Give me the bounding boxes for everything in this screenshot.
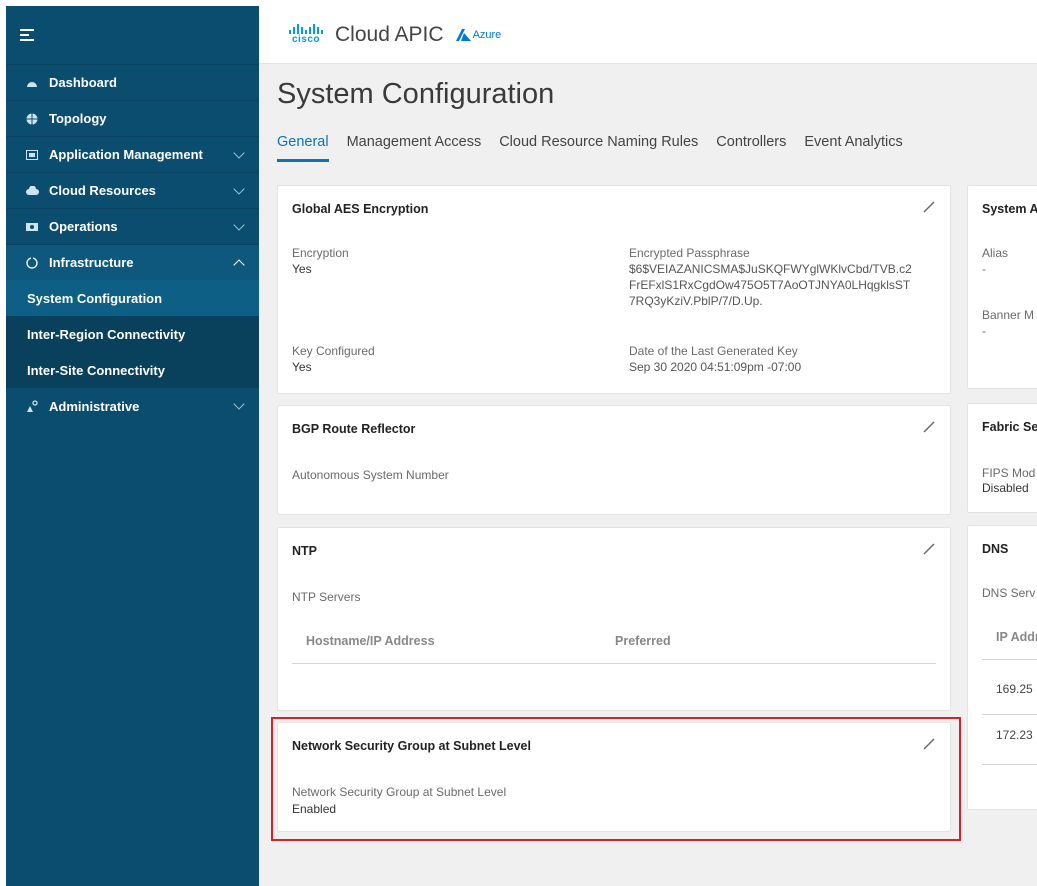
sidebar-subitem-inter-region-connectivity[interactable]: Inter-Region Connectivity	[6, 316, 259, 352]
sidebar-item-label: Infrastructure	[49, 255, 134, 270]
sidebar-subitem-inter-site-connectivity[interactable]: Inter-Site Connectivity	[6, 352, 259, 388]
sidebar-item-label: Operations	[49, 219, 118, 234]
sidebar-item-label: Topology	[49, 111, 107, 126]
dns-row-ip: 169.25	[996, 682, 1033, 696]
alias-label: Alias	[982, 246, 1009, 260]
column-header-preferred[interactable]: Preferred	[615, 634, 671, 648]
azure-badge: Azure	[455, 28, 502, 41]
chevron-down-icon	[233, 182, 245, 195]
globe-icon	[25, 112, 39, 126]
tab-event-analytics[interactable]: Event Analytics	[804, 134, 902, 162]
passphrase-value-line-2: FrEFxlS1RxCgdOw475O5T7AoOTJNYA0LHqgklsST	[629, 278, 911, 292]
sidebar-header	[6, 6, 259, 64]
cisco-logo-bars	[289, 24, 323, 34]
fips-value: Disabled	[982, 481, 1029, 495]
table-divider	[982, 714, 1037, 715]
top-header: cisco Cloud APIC Azure	[259, 6, 1037, 64]
card-title: Global AES Encryption	[292, 202, 429, 216]
ntp-servers-label: NTP Servers	[292, 590, 361, 604]
admin-icon	[25, 399, 39, 413]
encryption-label: Encryption	[292, 246, 349, 260]
passphrase-value-line-3: 7RQ3yKziV.PblP/7/D.Up.	[629, 294, 763, 308]
sidebar-item-topology[interactable]: Topology	[6, 100, 259, 136]
tab-controllers[interactable]: Controllers	[716, 134, 786, 162]
card-title: NTP	[292, 544, 317, 558]
column-header-hostname[interactable]: Hostname/IP Address	[306, 634, 435, 648]
last-generated-key-label: Date of the Last Generated Key	[629, 344, 798, 358]
edit-icon[interactable]	[922, 420, 936, 434]
asn-label: Autonomous System Number	[292, 468, 449, 482]
sidebar-item-infrastructure[interactable]: Infrastructure	[6, 244, 259, 280]
sidebar-subitem-label: System Configuration	[27, 290, 163, 306]
edit-icon[interactable]	[922, 542, 936, 556]
sidebar-item-operations[interactable]: Operations	[6, 208, 259, 244]
table-divider	[982, 764, 1037, 765]
dns-card: DNS DNS Serv IP Addr 169.25 172.23	[967, 525, 1037, 810]
dns-row-ip: 172.23	[996, 728, 1033, 742]
column-header-ip-address[interactable]: IP Addr	[996, 630, 1037, 644]
chevron-down-icon	[233, 218, 245, 231]
sidebar-item-application-management[interactable]: Application Management	[6, 136, 259, 172]
card-title: Fabric Se	[982, 420, 1037, 434]
card-title: DNS	[982, 542, 1009, 556]
edit-icon[interactable]	[922, 200, 936, 214]
highlight-box	[271, 717, 961, 841]
last-generated-key-value: Sep 30 2020 04:51:09pm -07:00	[629, 360, 802, 374]
sidebar-subitem-label: Inter-Region Connectivity	[27, 326, 186, 342]
operations-icon	[25, 220, 39, 234]
cisco-logo-text: cisco	[291, 34, 321, 45]
application-icon	[25, 148, 39, 162]
encryption-value: Yes	[292, 262, 312, 276]
ntp-card: NTP NTP Servers Hostname/IP Address Pref…	[277, 527, 951, 711]
banner-label: Banner M	[982, 308, 1035, 322]
sidebar-item-label: Application Management	[49, 147, 203, 162]
chevron-down-icon	[233, 146, 245, 159]
cloud-icon	[25, 184, 39, 198]
bgp-route-reflector-card: BGP Route Reflector Autonomous System Nu…	[277, 405, 951, 515]
key-configured-label: Key Configured	[292, 344, 375, 358]
fabric-security-card: Fabric Se FIPS Mod Disabled	[967, 403, 1037, 513]
dns-servers-label: DNS Serv	[982, 586, 1036, 600]
sidebar-subitem-system-configuration[interactable]: System Configuration	[6, 280, 259, 316]
sidebar-item-label: Dashboard	[49, 75, 117, 90]
sidebar-item-administrative[interactable]: Administrative	[6, 388, 259, 424]
infrastructure-icon	[25, 256, 39, 270]
passphrase-value-line-1: $6$VEIAZANICSMA$JuSKQFWYglWKlvCbd/TVB.c2	[629, 262, 912, 276]
azure-icon	[455, 28, 471, 41]
table-divider	[292, 663, 936, 664]
tab-management-access[interactable]: Management Access	[347, 134, 482, 162]
menu-icon[interactable]	[20, 28, 34, 42]
chevron-up-icon	[233, 258, 245, 271]
chevron-down-icon	[233, 398, 245, 410]
key-configured-value: Yes	[292, 360, 312, 374]
banner-value: -	[982, 324, 986, 338]
app-title: Cloud APIC	[335, 22, 444, 46]
table-divider	[982, 659, 1037, 660]
passphrase-label: Encrypted Passphrase	[629, 246, 750, 260]
sidebar-item-dashboard[interactable]: Dashboard	[6, 64, 259, 100]
system-alias-card: System A Alias - Banner M -	[967, 185, 1037, 389]
dashboard-icon	[25, 76, 39, 90]
card-title: BGP Route Reflector	[292, 422, 416, 436]
sidebar-item-cloud-resources[interactable]: Cloud Resources	[6, 172, 259, 208]
tab-cloud-resource-naming-rules[interactable]: Cloud Resource Naming Rules	[499, 134, 698, 162]
azure-label: Azure	[472, 28, 502, 41]
page-title: System Configuration	[277, 78, 555, 110]
sidebar-item-label: Administrative	[49, 398, 140, 414]
sidebar-item-label: Cloud Resources	[49, 183, 156, 198]
global-aes-encryption-card: Global AES Encryption Encryption Yes Enc…	[277, 185, 951, 394]
tab-bar: General Management Access Cloud Resource…	[277, 134, 903, 162]
fips-label: FIPS Mod	[982, 466, 1036, 480]
alias-value: -	[982, 262, 986, 276]
tab-general[interactable]: General	[277, 134, 329, 162]
cisco-logo: cisco	[289, 24, 323, 45]
sidebar-subitem-label: Inter-Site Connectivity	[27, 362, 165, 378]
sidebar: Dashboard Topology Application Managemen…	[6, 6, 259, 886]
card-title: System A	[982, 202, 1037, 216]
